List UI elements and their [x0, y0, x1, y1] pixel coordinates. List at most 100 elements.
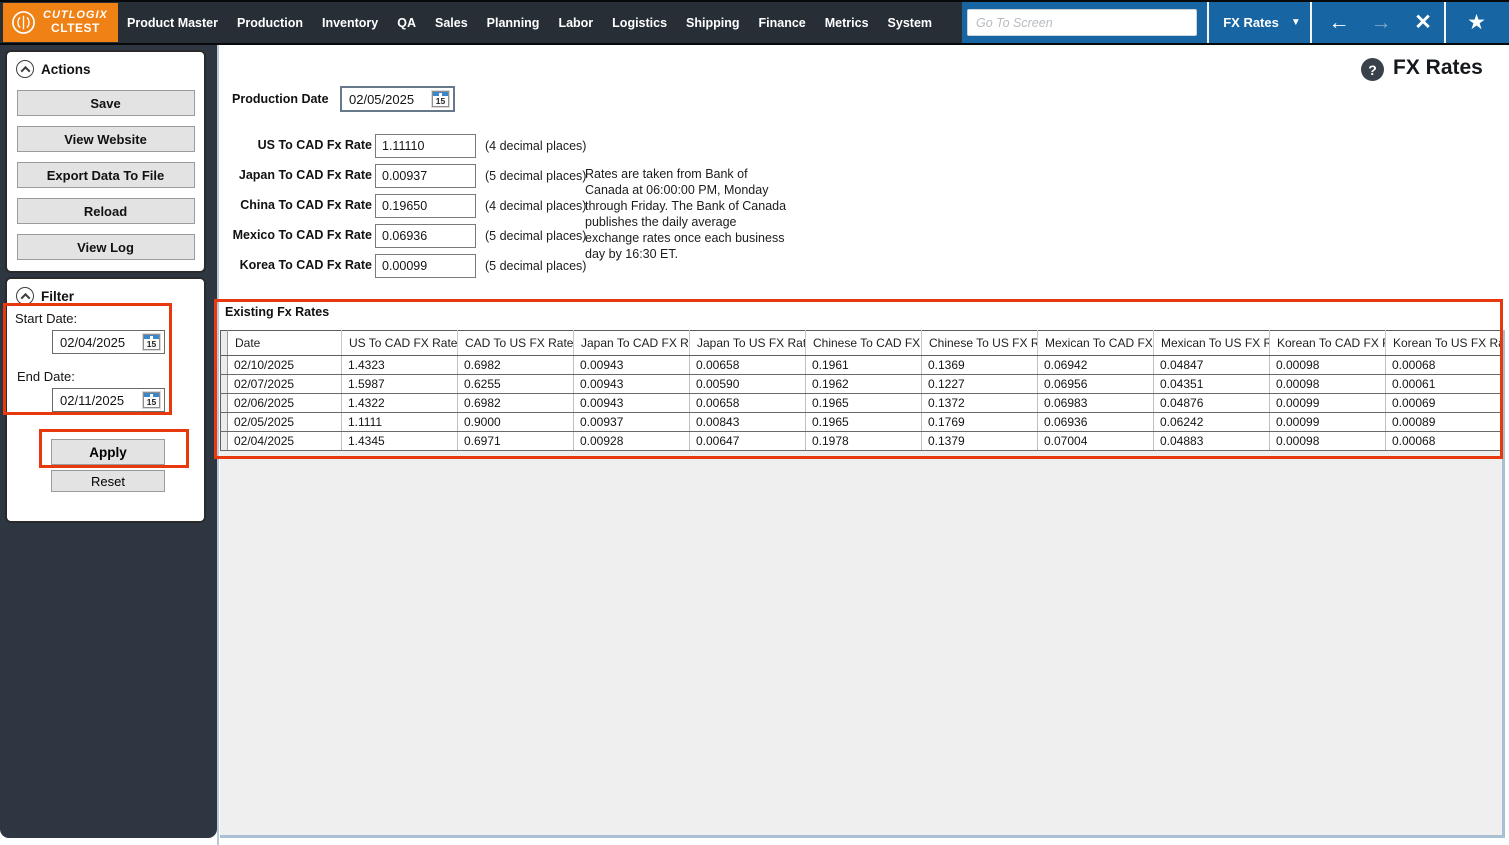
table-cell[interactable]: 0.6982 — [458, 356, 574, 375]
table-cell[interactable]: 0.00089 — [1386, 413, 1502, 432]
table-cell[interactable]: 02/04/2025 — [228, 432, 342, 451]
table-row[interactable]: 02/05/20251.11110.90000.009370.008430.19… — [221, 413, 1502, 432]
nav-item-product-master[interactable]: Product Master — [127, 16, 218, 30]
go-to-screen-input[interactable] — [967, 9, 1197, 36]
table-cell[interactable]: 0.00068 — [1386, 432, 1502, 451]
japan-to-cad-fx-rate-input[interactable] — [375, 164, 476, 188]
table-cell[interactable]: 0.06242 — [1154, 413, 1270, 432]
calendar-icon[interactable]: 15 — [143, 334, 160, 350]
table-cell[interactable]: 0.00590 — [690, 375, 806, 394]
column-header-chinese-to-us-fx-ra[interactable]: Chinese To US FX Ra — [922, 331, 1038, 356]
table-cell[interactable]: 0.00658 — [690, 356, 806, 375]
table-cell[interactable]: 0.9000 — [458, 413, 574, 432]
app-logo[interactable]: CUTLOGIX CLTEST — [3, 3, 118, 42]
nav-item-shipping[interactable]: Shipping — [686, 16, 739, 30]
table-cell[interactable]: 1.4322 — [342, 394, 458, 413]
column-header-us-to-cad-fx-rate[interactable]: US To CAD FX Rate — [342, 331, 458, 356]
mexico-to-cad-fx-rate-input[interactable] — [375, 224, 476, 248]
table-cell[interactable]: 0.04847 — [1154, 356, 1270, 375]
column-header-date[interactable]: Date — [228, 331, 342, 356]
table-cell[interactable]: 1.4323 — [342, 356, 458, 375]
screen-selector-dropdown[interactable]: FX Rates ▼ — [1214, 2, 1310, 43]
column-header-chinese-to-cad-fx-f[interactable]: Chinese To CAD FX F — [806, 331, 922, 356]
table-cell[interactable]: 0.04876 — [1154, 394, 1270, 413]
korea-to-cad-fx-rate-input[interactable] — [375, 254, 476, 278]
row-header-cell[interactable] — [221, 375, 228, 394]
table-cell[interactable]: 0.00658 — [690, 394, 806, 413]
close-icon[interactable]: ✕ — [1402, 2, 1444, 43]
table-cell[interactable]: 0.07004 — [1038, 432, 1154, 451]
forward-arrow-icon[interactable]: → — [1360, 2, 1402, 43]
nav-item-logistics[interactable]: Logistics — [612, 16, 667, 30]
table-cell[interactable]: 0.00061 — [1386, 375, 1502, 394]
apply-button[interactable]: Apply — [51, 439, 165, 465]
china-to-cad-fx-rate-input[interactable] — [375, 194, 476, 218]
us-to-cad-fx-rate-input[interactable] — [375, 134, 476, 158]
table-cell[interactable]: 0.00943 — [574, 356, 690, 375]
table-cell[interactable]: 0.00843 — [690, 413, 806, 432]
table-row[interactable]: 02/10/20251.43230.69820.009430.006580.19… — [221, 356, 1502, 375]
table-cell[interactable]: 0.00068 — [1386, 356, 1502, 375]
table-row[interactable]: 02/04/20251.43450.69710.009280.006470.19… — [221, 432, 1502, 451]
table-cell[interactable]: 02/07/2025 — [228, 375, 342, 394]
table-cell[interactable]: 0.1372 — [922, 394, 1038, 413]
nav-item-sales[interactable]: Sales — [435, 16, 468, 30]
start-date-input[interactable]: 02/04/2025 15 — [52, 330, 165, 354]
row-header-cell[interactable] — [221, 413, 228, 432]
table-cell[interactable]: 0.00098 — [1270, 375, 1386, 394]
reset-button[interactable]: Reset — [51, 470, 165, 492]
nav-item-system[interactable]: System — [888, 16, 932, 30]
table-cell[interactable]: 0.00928 — [574, 432, 690, 451]
collapse-chevron-icon[interactable] — [16, 60, 34, 78]
end-date-input[interactable]: 02/11/2025 15 — [52, 388, 165, 412]
table-cell[interactable]: 0.6982 — [458, 394, 574, 413]
help-icon[interactable]: ? — [1361, 58, 1384, 81]
table-cell[interactable]: 0.06936 — [1038, 413, 1154, 432]
save-button[interactable]: Save — [17, 90, 195, 116]
column-header-japan-to-cad-fx-ra[interactable]: Japan To CAD FX Ra — [574, 331, 690, 356]
table-cell[interactable]: 0.00937 — [574, 413, 690, 432]
table-cell[interactable]: 1.1111 — [342, 413, 458, 432]
nav-item-finance[interactable]: Finance — [759, 16, 806, 30]
table-cell[interactable]: 0.1965 — [806, 394, 922, 413]
row-header-cell[interactable] — [221, 432, 228, 451]
production-date-input[interactable]: 02/05/2025 15 — [340, 86, 455, 112]
row-header-cell[interactable] — [221, 356, 228, 375]
table-cell[interactable]: 0.1227 — [922, 375, 1038, 394]
nav-item-production[interactable]: Production — [237, 16, 303, 30]
table-cell[interactable]: 0.00098 — [1270, 432, 1386, 451]
column-header-mexican-to-us-fx-ra[interactable]: Mexican To US FX Ra — [1154, 331, 1270, 356]
table-cell[interactable]: 0.00069 — [1386, 394, 1502, 413]
table-cell[interactable]: 02/06/2025 — [228, 394, 342, 413]
table-row[interactable]: 02/07/20251.59870.62550.009430.005900.19… — [221, 375, 1502, 394]
table-cell[interactable]: 0.06942 — [1038, 356, 1154, 375]
table-cell[interactable]: 0.00943 — [574, 394, 690, 413]
calendar-icon[interactable]: 15 — [143, 392, 160, 408]
table-cell[interactable]: 0.04883 — [1154, 432, 1270, 451]
nav-item-inventory[interactable]: Inventory — [322, 16, 378, 30]
table-cell[interactable]: 0.1379 — [922, 432, 1038, 451]
table-cell[interactable]: 0.6255 — [458, 375, 574, 394]
table-row[interactable]: 02/06/20251.43220.69820.009430.006580.19… — [221, 394, 1502, 413]
table-cell[interactable]: 0.1978 — [806, 432, 922, 451]
table-cell[interactable]: 1.5987 — [342, 375, 458, 394]
column-header-mexican-to-cad-fx[interactable]: Mexican To CAD FX — [1038, 331, 1154, 356]
table-cell[interactable]: 1.4345 — [342, 432, 458, 451]
favorite-star-icon[interactable]: ★ — [1444, 2, 1509, 43]
column-header-japan-to-us-fx-rate[interactable]: Japan To US FX Rate — [690, 331, 806, 356]
nav-item-qa[interactable]: QA — [397, 16, 416, 30]
table-cell[interactable]: 0.06983 — [1038, 394, 1154, 413]
table-cell[interactable]: 0.1962 — [806, 375, 922, 394]
nav-item-planning[interactable]: Planning — [487, 16, 540, 30]
table-cell[interactable]: 0.00098 — [1270, 356, 1386, 375]
column-header-cad-to-us-fx-rate[interactable]: CAD To US FX Rate — [458, 331, 574, 356]
row-header-cell[interactable] — [221, 394, 228, 413]
table-cell[interactable]: 0.04351 — [1154, 375, 1270, 394]
table-cell[interactable]: 0.00099 — [1270, 413, 1386, 432]
table-cell[interactable]: 0.00099 — [1270, 394, 1386, 413]
table-cell[interactable]: 0.1965 — [806, 413, 922, 432]
table-cell[interactable]: 0.6971 — [458, 432, 574, 451]
table-cell[interactable]: 0.00647 — [690, 432, 806, 451]
collapse-chevron-icon[interactable] — [16, 287, 34, 305]
table-cell[interactable]: 0.00943 — [574, 375, 690, 394]
